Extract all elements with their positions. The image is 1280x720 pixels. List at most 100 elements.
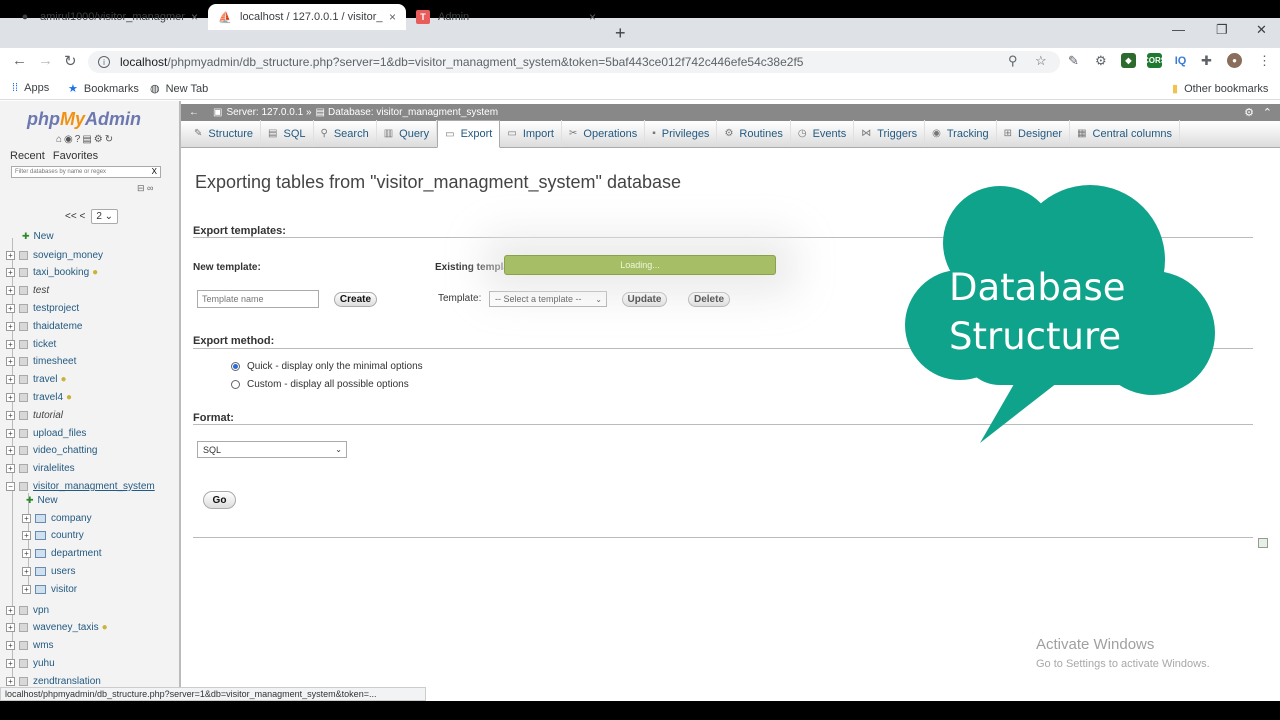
iq-ext-icon[interactable]: IQ <box>1173 53 1188 68</box>
db-item[interactable]: + video_chatting <box>6 443 98 459</box>
db-item[interactable]: + upload_files <box>6 425 86 441</box>
close-icon[interactable]: × <box>589 10 596 24</box>
expand-icon[interactable]: + <box>6 357 15 367</box>
format-select[interactable]: SQL ⌄ <box>197 441 347 458</box>
reload-icon[interactable]: ↻ <box>64 52 77 70</box>
expand-icon[interactable]: + <box>22 513 31 523</box>
expand-icon[interactable]: + <box>6 321 15 331</box>
table-item[interactable]: + users <box>22 563 75 579</box>
tab-import[interactable]: ▭ Import <box>500 120 562 147</box>
tab-operations[interactable]: ✂ Operations <box>562 120 646 147</box>
window-close-button[interactable]: ✕ <box>1256 22 1267 38</box>
favorites-tab[interactable]: Favorites <box>53 150 98 162</box>
create-button[interactable]: Create <box>334 292 377 307</box>
update-button[interactable]: Update <box>622 292 667 307</box>
table-item[interactable]: + company <box>22 510 92 526</box>
db-item[interactable]: + test <box>6 283 49 299</box>
reload-nav-icon[interactable]: ↻ <box>105 134 113 145</box>
db-item[interactable]: + testproject <box>6 300 79 316</box>
tab-export[interactable]: ▭ Export <box>437 120 501 148</box>
go-button[interactable]: Go <box>203 491 236 509</box>
clear-filter-icon[interactable]: X <box>152 167 157 177</box>
breadcrumb-server[interactable]: Server: 127.0.0.1 » <box>226 107 311 118</box>
menu-dots-icon[interactable]: ⋮ <box>1258 53 1271 69</box>
bookmark-new-tab[interactable]: ◍ New Tab <box>150 82 208 96</box>
db-item[interactable]: + waveney_taxis ● <box>6 620 108 636</box>
cors-ext-icon[interactable]: CORS <box>1143 53 1166 68</box>
tab-events[interactable]: ◷ Events <box>791 120 855 147</box>
expand-icon[interactable]: + <box>6 250 15 260</box>
tab-privileges[interactable]: ▪ Privileges <box>645 120 718 147</box>
radio-checked[interactable] <box>231 362 240 371</box>
tab-designer[interactable]: ⊞ Designer <box>997 120 1071 147</box>
eyedropper-icon[interactable]: ✎ <box>1068 53 1079 69</box>
tab-github[interactable]: ● amirul1000/visitor_managment_s × <box>8 4 208 30</box>
address-bar[interactable]: i localhost/phpmyadmin/db_structure.php?… <box>88 51 1060 73</box>
settings-icon[interactable]: ⚙ <box>94 134 103 145</box>
delete-button[interactable]: Delete <box>688 292 730 307</box>
expand-icon[interactable]: + <box>6 676 15 686</box>
expand-icon[interactable]: + <box>22 531 31 541</box>
expand-icon[interactable]: + <box>6 392 15 402</box>
collapse-icon[interactable]: − <box>6 481 15 491</box>
home-icon[interactable]: ⌂ <box>56 134 62 145</box>
expand-icon[interactable]: + <box>22 566 31 576</box>
docs-icon[interactable]: ▤ <box>82 134 91 145</box>
collapse-icon[interactable]: ⌃ <box>1263 106 1272 119</box>
bookmark-bookmarks[interactable]: ★ Bookmarks <box>68 82 139 96</box>
db-item[interactable]: + thaidateme <box>6 318 82 334</box>
db-item[interactable]: + wms <box>6 638 54 654</box>
expand-icon[interactable]: + <box>6 623 15 633</box>
tab-search[interactable]: ⚲ Search <box>314 120 377 147</box>
shield-ext-icon[interactable]: ◆ <box>1121 53 1136 68</box>
expand-icon[interactable]: + <box>6 339 15 349</box>
expand-icon[interactable]: + <box>22 584 31 594</box>
filter-databases-input[interactable]: Filter databases by name or regex X <box>11 166 161 178</box>
template-name-input[interactable]: Template name <box>197 290 319 308</box>
other-bookmarks[interactable]: ▮ Other bookmarks <box>1172 82 1268 96</box>
db-item[interactable]: + vpn <box>6 602 49 618</box>
recent-tab[interactable]: Recent <box>10 150 45 162</box>
tab-sql[interactable]: ▤ SQL <box>261 120 314 147</box>
bookmark-apps[interactable]: ⁞⁞ Apps <box>12 82 49 94</box>
table-item[interactable]: + visitor <box>22 581 77 597</box>
tab-tracking[interactable]: ◉ Tracking <box>925 120 997 147</box>
expand-icon[interactable]: + <box>6 658 15 668</box>
pager-prev[interactable]: << < <box>65 211 85 222</box>
template-select[interactable]: -- Select a template -- ⌄ <box>489 291 607 307</box>
tab-triggers[interactable]: ⋈ Triggers <box>854 120 926 147</box>
forward-arrow-icon[interactable]: → <box>38 52 53 69</box>
tab-structure[interactable]: ✎ Structure <box>187 120 262 147</box>
table-item[interactable]: + country <box>22 528 84 544</box>
help-icon[interactable]: ? <box>75 134 81 145</box>
close-icon[interactable]: × <box>191 10 198 24</box>
custom-radio[interactable]: Custom - display all possible options <box>231 379 409 390</box>
collapse-nav-icon[interactable]: ← <box>189 107 199 118</box>
expand-icon[interactable]: + <box>6 641 15 651</box>
star-icon[interactable]: ☆ <box>1035 53 1047 69</box>
expand-icon[interactable]: + <box>6 464 15 474</box>
expand-icon[interactable]: + <box>6 286 15 296</box>
db-item[interactable]: + tutorial <box>6 407 63 423</box>
db-item[interactable]: + timesheet <box>6 354 76 370</box>
db-item[interactable]: + taxi_booking ● <box>6 265 98 281</box>
expand-icon[interactable]: + <box>6 428 15 438</box>
back-arrow-icon[interactable]: ← <box>12 52 27 69</box>
restore-button[interactable]: ❐ <box>1216 22 1228 38</box>
logout-icon[interactable]: ◉ <box>64 134 73 145</box>
tab-central-columns[interactable]: ▦ Central columns <box>1070 120 1181 147</box>
expand-icon[interactable]: + <box>6 268 15 278</box>
minimize-button[interactable]: — <box>1172 22 1185 37</box>
collapse-all-icon[interactable]: ⊟ ∞ <box>137 183 153 194</box>
table-item[interactable]: + department <box>22 546 102 562</box>
zoom-icon[interactable]: ⚲ <box>1008 53 1018 69</box>
tab-routines[interactable]: ⚙ Routines <box>717 120 791 147</box>
extensions-puzzle-icon[interactable]: ✚ <box>1201 53 1212 69</box>
db-item[interactable]: + zendtranslation <box>6 673 101 687</box>
tree-new[interactable]: ✚ New <box>22 228 54 244</box>
info-icon[interactable]: i <box>98 56 110 68</box>
expand-icon[interactable]: + <box>6 375 15 385</box>
quick-radio[interactable]: Quick - display only the minimal options <box>231 361 423 372</box>
expand-icon[interactable]: + <box>6 410 15 420</box>
expand-icon[interactable]: + <box>6 605 15 615</box>
